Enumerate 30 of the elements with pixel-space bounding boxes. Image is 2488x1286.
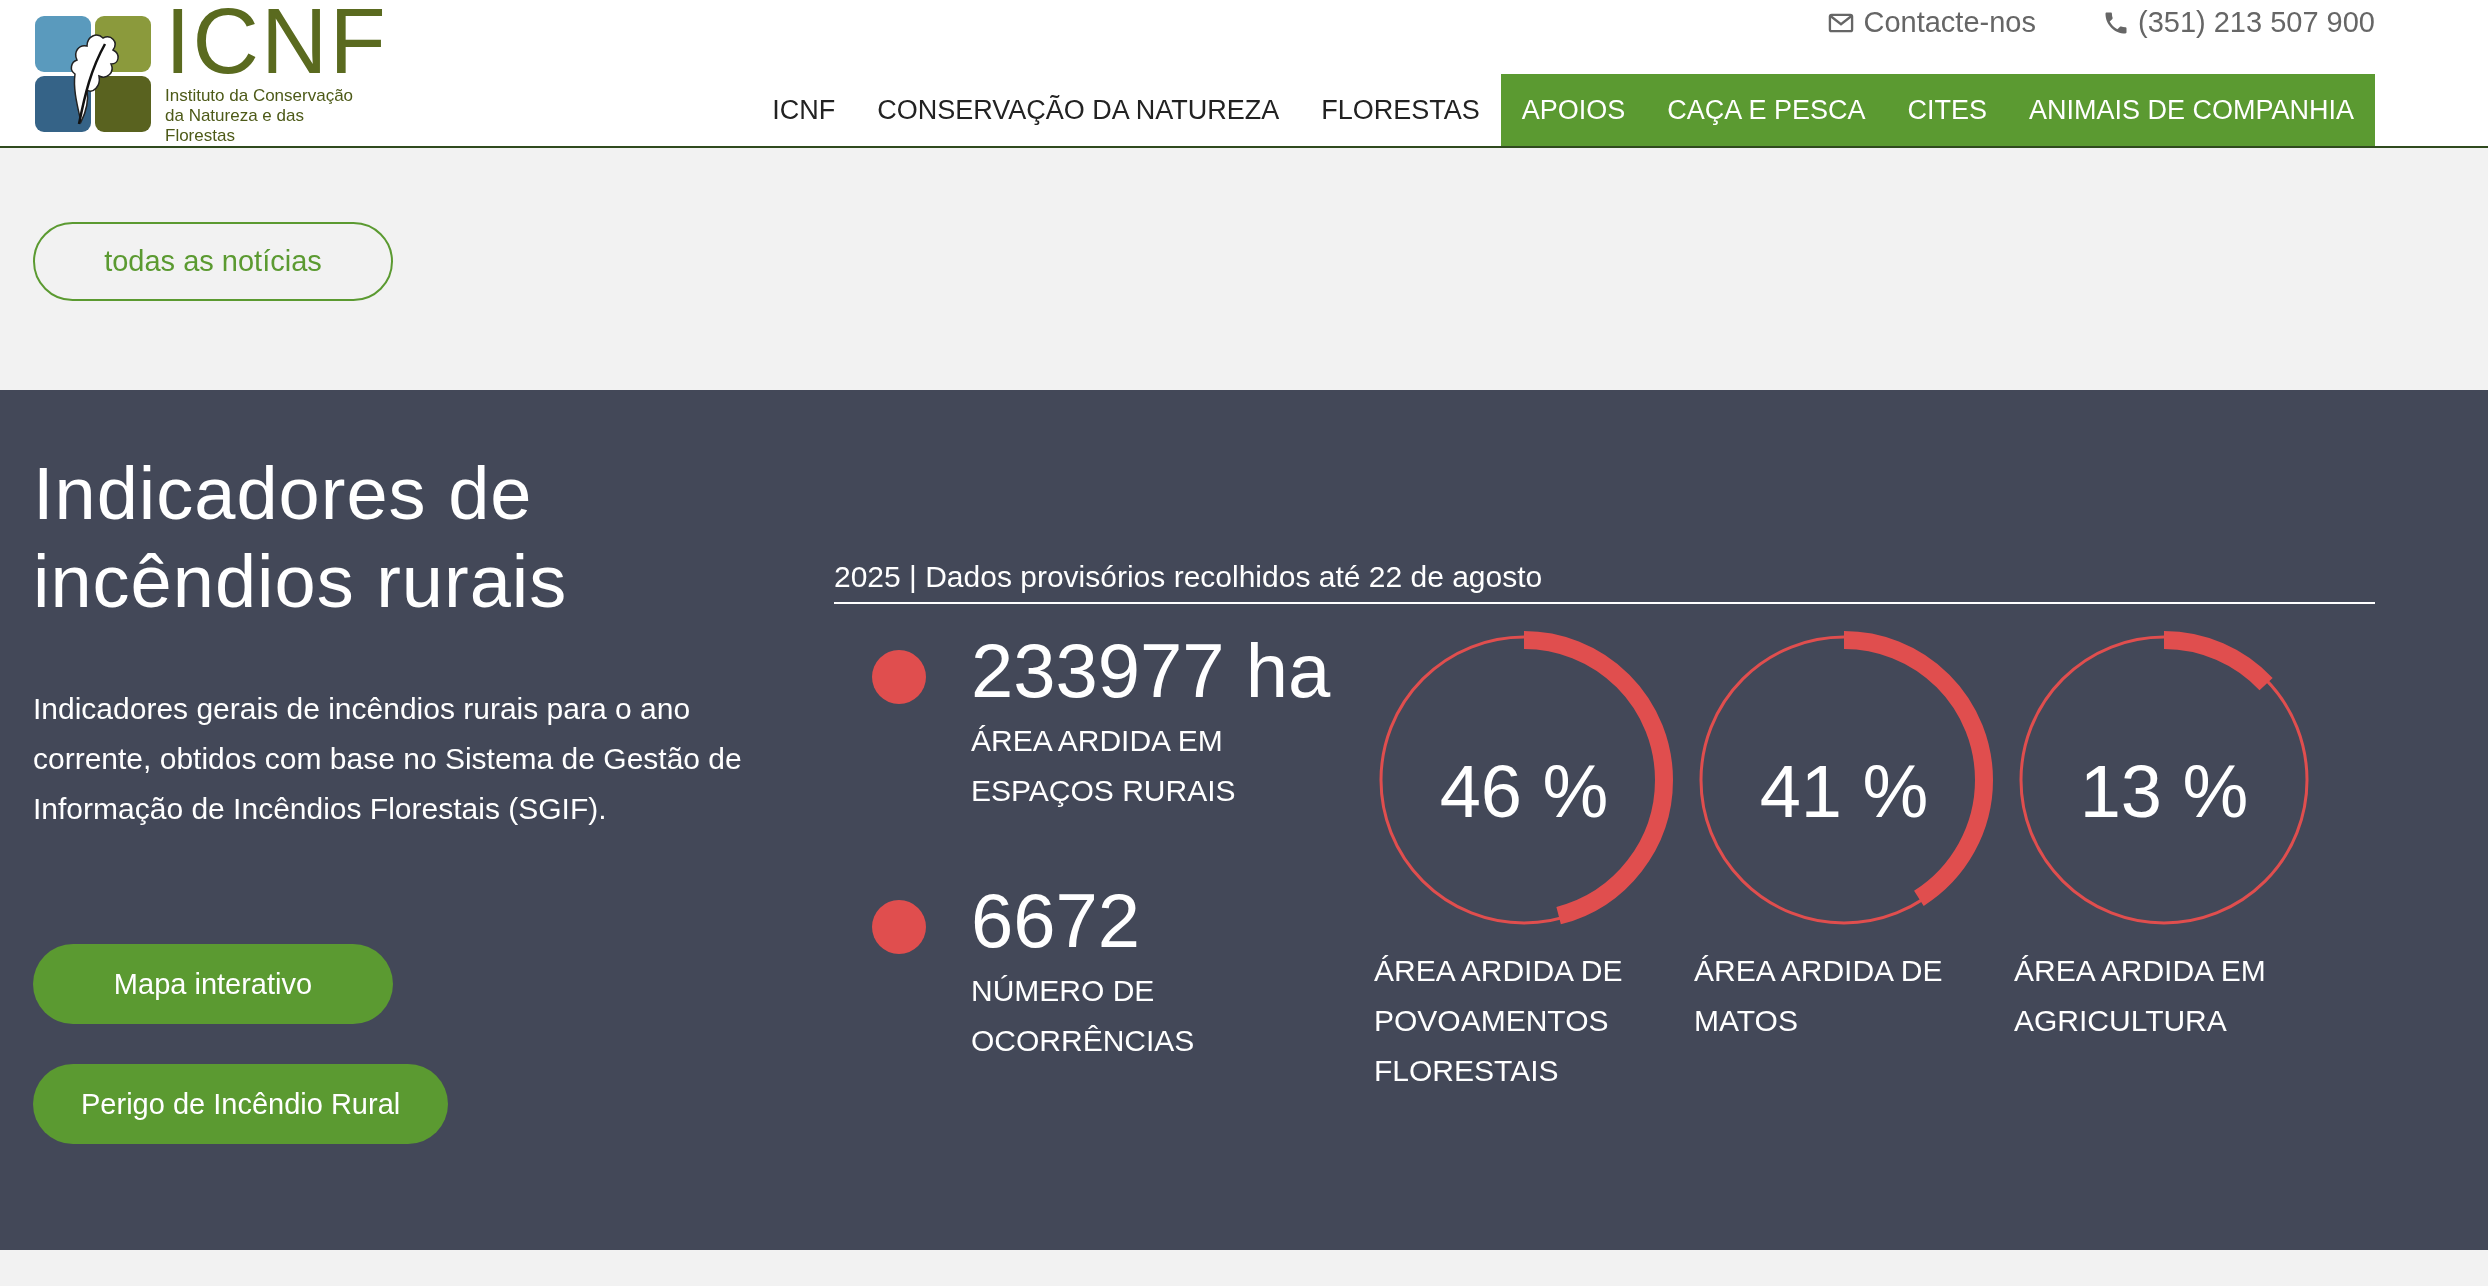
stat-label: ÁREA ARDIDA EM ESPAÇOS RURAIS (971, 723, 1237, 809)
logo-icon[interactable] (33, 14, 153, 134)
contact-link[interactable]: Contacte-nos (1827, 6, 2036, 39)
nav-link[interactable]: CAÇA E PESCA (1646, 74, 1887, 146)
nav-link[interactable]: CITES (1886, 74, 2008, 146)
data-caption: 2025 | Dados provisórios recolhidos até 22 de agosto (834, 560, 2375, 604)
logo-subtitle: Instituto da Conservação da Natureza e das Florestas (165, 86, 355, 146)
gauge-label: ÁREA ARDIDA DE MATOS (1694, 953, 1944, 1039)
nav-link[interactable]: ANIMAIS DE COMPANHIA (2007, 74, 2375, 146)
description-text: Indicadores gerais de incêndios rurais para o ano corrente, obtidos com base no Sistema de Gestão de Informação de Incêndios Florestais (SGIF). (33, 691, 743, 827)
link-button[interactable]: Mapa interativo (33, 944, 393, 1024)
section-title: Indicadores de incêndios rurais (33, 451, 569, 625)
nav-link[interactable]: FLORESTAS (1300, 74, 1501, 146)
contact-link[interactable]: (351) 213 507 900 (2101, 6, 2375, 39)
link-button[interactable]: Perigo de Incêndio Rural (33, 1064, 449, 1144)
stat-value: 6672 (971, 877, 1142, 965)
stat-value: 233977 ha (971, 627, 1331, 715)
nav-link[interactable]: ICNF (751, 74, 857, 146)
gauge-percentage: 46 % (1438, 752, 1610, 832)
bullet-dot-icon (872, 650, 926, 704)
gauge-percentage: 13 % (2078, 752, 2250, 832)
gauge-label: ÁREA ARDIDA EM AGRICULTURA (2014, 953, 2267, 1039)
nav-link[interactable]: CONSERVAÇÃO DA NATUREZA (856, 74, 1301, 146)
gauge-percentage: 41 % (1758, 752, 1930, 832)
nav-link[interactable]: APOIOS (1500, 74, 1647, 146)
bullet-dot-icon (872, 900, 926, 954)
all-news-button[interactable]: todas as notícias (33, 222, 393, 301)
stat-label: NÚMERO DE OCORRÊNCIAS (971, 973, 1196, 1059)
logo-wordmark: ICNF (165, 2, 388, 80)
gauge-label: ÁREA ARDIDA DE POVOAMENTOS FLORESTAIS (1374, 953, 1624, 1089)
